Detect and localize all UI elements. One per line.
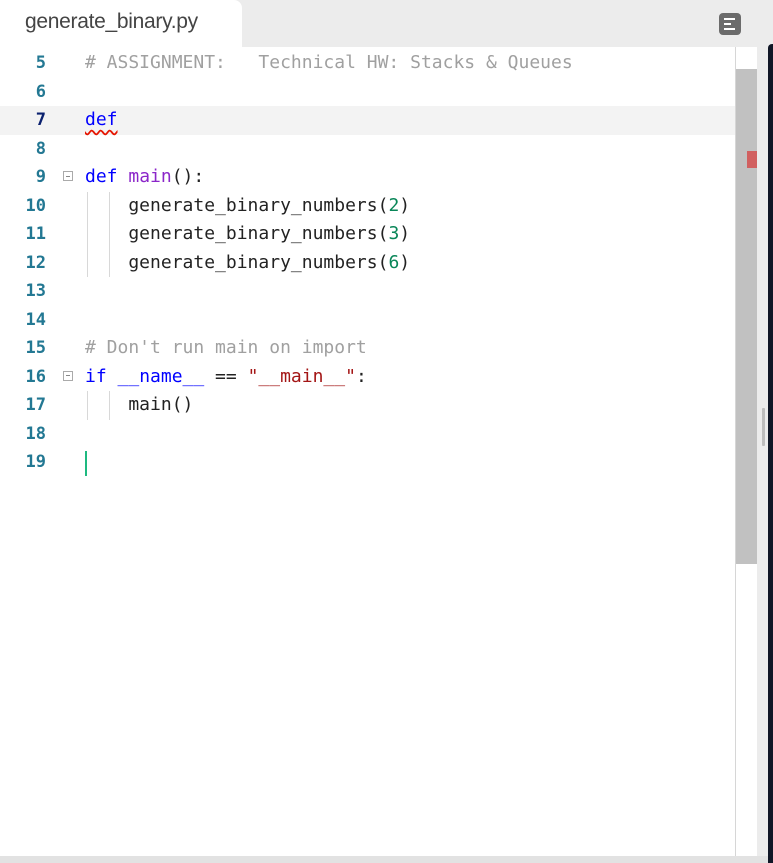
line-number: 6 bbox=[35, 81, 46, 102]
code-text: generate_binary_numbers(3) bbox=[85, 220, 410, 248]
page-scrollbar-track[interactable] bbox=[757, 47, 768, 856]
line-number: 19 bbox=[25, 452, 46, 472]
outline-menu-icon[interactable] bbox=[719, 13, 741, 35]
code-token: def bbox=[85, 109, 118, 130]
code-text: # ASSIGNMENT: Technical HW: Stacks & Que… bbox=[85, 49, 573, 77]
code-line[interactable]: 18 bbox=[0, 420, 735, 449]
code-text: if __name__ == "__main__": bbox=[85, 363, 367, 391]
bottom-border bbox=[0, 856, 768, 863]
code-token: 2 bbox=[388, 194, 400, 216]
code-token: : bbox=[355, 365, 367, 387]
line-number: 17 bbox=[25, 395, 46, 415]
code-line[interactable]: 9 def main(): bbox=[0, 163, 735, 192]
line-number: 16 bbox=[25, 366, 46, 387]
fold-collapse-icon[interactable] bbox=[63, 171, 73, 181]
code-line[interactable]: 5 # ASSIGNMENT: Technical HW: Stacks & Qu… bbox=[0, 49, 735, 78]
code-token: if bbox=[85, 365, 118, 387]
code-token: ) bbox=[399, 223, 411, 244]
code-line[interactable]: 11 generate_binary_numbers(3) bbox=[0, 220, 735, 249]
code-text: generate_binary_numbers(6) bbox=[85, 249, 410, 277]
code-token: == bbox=[204, 365, 248, 387]
code-line[interactable]: 10 generate_binary_numbers(2) bbox=[0, 191, 735, 220]
line-number: 5 bbox=[35, 53, 46, 73]
file-tab-label: generate_binary.py bbox=[25, 10, 198, 33]
line-number: 7 bbox=[35, 110, 46, 130]
code-text: main() bbox=[85, 391, 193, 419]
line-number: 15 bbox=[25, 338, 46, 358]
text-cursor bbox=[85, 451, 87, 476]
code-token: 6 bbox=[388, 251, 400, 273]
line-number: 9 bbox=[35, 167, 46, 187]
error-marker[interactable] bbox=[747, 151, 757, 168]
code-token: def bbox=[85, 166, 129, 187]
code-token: generate_binary_numbers( bbox=[85, 194, 389, 216]
code-token: # ASSIGNMENT: Technical HW: Stacks & Que… bbox=[85, 52, 573, 73]
code-token: main() bbox=[85, 394, 194, 415]
line-number: 12 bbox=[25, 252, 46, 273]
code-line[interactable]: 7 def bbox=[0, 106, 735, 135]
code-token: generate_binary_numbers( bbox=[85, 223, 389, 244]
code-line[interactable]: 14 bbox=[0, 306, 735, 335]
editor-scrollbar-thumb[interactable] bbox=[736, 69, 757, 564]
code-text: def bbox=[85, 106, 118, 134]
code-line[interactable]: 19 bbox=[0, 448, 735, 477]
code-token: ) bbox=[399, 251, 411, 273]
code-line[interactable]: 13 bbox=[0, 277, 735, 306]
code-token: # Don't run main on import bbox=[85, 337, 367, 358]
line-number: 14 bbox=[25, 309, 46, 330]
line-number: 11 bbox=[25, 224, 46, 244]
line-number: 8 bbox=[35, 138, 46, 159]
line-number: 13 bbox=[25, 281, 46, 301]
code-token: 3 bbox=[388, 223, 400, 244]
code-text: # Don't run main on import bbox=[85, 334, 367, 362]
code-text: def main(): bbox=[85, 163, 204, 191]
code-token: main bbox=[128, 166, 172, 187]
line-number: 18 bbox=[25, 423, 46, 444]
line-number: 10 bbox=[25, 195, 46, 216]
code-text: generate_binary_numbers(2) bbox=[85, 192, 410, 220]
code-editor[interactable]: 5 # ASSIGNMENT: Technical HW: Stacks & Qu… bbox=[0, 47, 757, 856]
page-scrollbar-thumb[interactable] bbox=[762, 408, 765, 446]
code-line[interactable]: 17 main() bbox=[0, 391, 735, 420]
file-tab[interactable]: generate_binary.py bbox=[0, 0, 242, 47]
fold-collapse-icon[interactable] bbox=[63, 370, 73, 381]
code-line[interactable]: 6 bbox=[0, 78, 735, 107]
code-token: ) bbox=[399, 194, 411, 216]
code-token: "__main__" bbox=[247, 365, 356, 387]
code-line[interactable]: 8 bbox=[0, 135, 735, 164]
code-token: generate_binary_numbers( bbox=[85, 251, 389, 273]
tab-bar: generate_binary.py bbox=[0, 0, 768, 47]
code-line[interactable]: 12 generate_binary_numbers(6) bbox=[0, 248, 735, 277]
code-line[interactable]: 16 if __name__ == "__main__": bbox=[0, 363, 735, 392]
adjacent-panel-edge bbox=[768, 44, 773, 863]
code-token: __name__ bbox=[117, 365, 205, 387]
code-token: (): bbox=[171, 166, 205, 187]
code-line[interactable]: 15 # Don't run main on import bbox=[0, 334, 735, 363]
